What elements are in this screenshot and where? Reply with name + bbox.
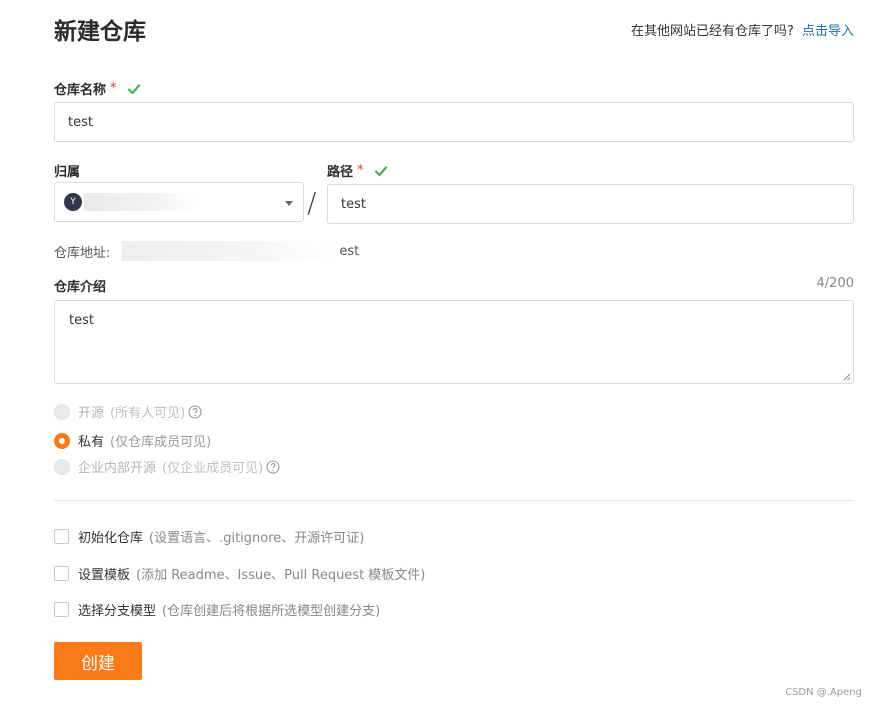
repo-name-input[interactable]: test	[54, 102, 854, 142]
description-counter: 4/200	[816, 276, 854, 291]
owner-select[interactable]: Y	[54, 182, 304, 222]
check-icon	[127, 83, 140, 94]
required-mark: *	[110, 81, 117, 96]
page-title: 新建仓库	[54, 19, 146, 45]
radio-enterprise-open-source[interactable]: 企业内部开源 (仅企业成员可见)	[54, 457, 280, 476]
option-label: 设置模板	[78, 568, 131, 583]
checkbox[interactable]	[54, 566, 69, 581]
option-template[interactable]: 设置模板 (添加 Readme、Issue、Pull Request 模板文件)	[54, 564, 425, 583]
radio-label: 开源	[78, 406, 105, 421]
chevron-down-icon	[285, 201, 293, 206]
radio-open-source[interactable]: 开源 (所有人可见)	[54, 402, 202, 421]
option-label: 选择分支模型	[78, 604, 157, 619]
option-hint: (设置语言、.gitignore、开源许可证)	[149, 531, 365, 546]
path-label: 路径 *	[327, 161, 388, 180]
option-hint: (添加 Readme、Issue、Pull Request 模板文件)	[136, 568, 426, 583]
create-button[interactable]: 创建	[54, 642, 142, 680]
radio-hint: (所有人可见)	[110, 406, 186, 421]
radio-label: 企业内部开源	[78, 461, 157, 476]
option-hint: (仓库创建后将根据所选模型创建分支)	[162, 604, 381, 619]
repo-address: 仓库地址: est	[54, 241, 359, 261]
option-label: 初始化仓库	[78, 531, 144, 546]
path-label-text: 路径	[327, 165, 354, 180]
watermark: CSDN @.Apeng	[785, 687, 862, 698]
checkbox[interactable]	[54, 602, 69, 617]
repo-name-label: 仓库名称 *	[54, 79, 141, 98]
resize-handle-icon[interactable]	[843, 373, 851, 381]
repo-name-label-text: 仓库名称	[54, 83, 107, 98]
owner-label-text: 归属	[54, 165, 81, 180]
radio-hint: (仅仓库成员可见)	[110, 435, 212, 450]
required-mark: *	[357, 163, 364, 178]
radio-button[interactable]	[54, 458, 70, 475]
radio-hint: (仅企业成员可见)	[162, 461, 264, 476]
description-label: 仓库介绍	[54, 276, 106, 295]
radio-button[interactable]	[54, 403, 70, 420]
path-input[interactable]: test	[327, 184, 854, 224]
radio-label: 私有	[78, 435, 105, 450]
divider	[54, 500, 854, 501]
description-label-text: 仓库介绍	[54, 280, 107, 295]
repo-address-suffix: est	[339, 243, 360, 259]
owner-name-redacted	[84, 193, 196, 211]
path-separator: /	[307, 186, 317, 219]
avatar: Y	[64, 193, 82, 211]
import-link[interactable]: 点击导入	[802, 24, 854, 39]
repo-address-label: 仓库地址:	[54, 245, 111, 261]
option-branch-model[interactable]: 选择分支模型 (仓库创建后将根据所选模型创建分支)	[54, 600, 380, 619]
checkbox[interactable]	[54, 529, 69, 544]
description-textarea[interactable]: test	[54, 300, 854, 384]
owner-label: 归属	[54, 161, 80, 180]
import-prompt: 在其他网站已经有仓库了吗? 点击导入	[631, 20, 854, 39]
help-icon[interactable]	[188, 404, 202, 419]
help-icon[interactable]	[266, 459, 280, 474]
repo-address-redacted	[122, 241, 339, 261]
import-prompt-text: 在其他网站已经有仓库了吗?	[630, 24, 794, 39]
option-init-repo[interactable]: 初始化仓库 (设置语言、.gitignore、开源许可证)	[54, 527, 364, 546]
radio-button[interactable]	[54, 432, 70, 449]
radio-private[interactable]: 私有 (仅仓库成员可见)	[54, 431, 211, 450]
description-value: test	[69, 313, 94, 328]
check-icon	[374, 165, 387, 176]
